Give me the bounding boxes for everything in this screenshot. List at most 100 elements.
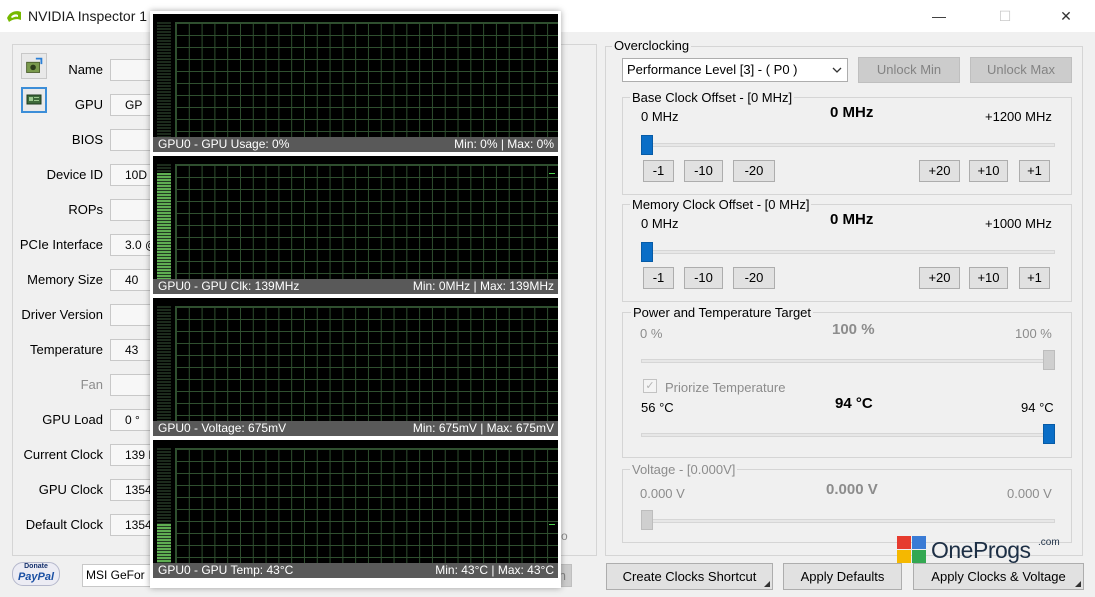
memory-clock-min: 0 MHz bbox=[641, 216, 679, 231]
field-label: GPU bbox=[74, 97, 103, 112]
sensor-monitor-window[interactable]: GPU0 - GPU Usage: 0% Min: 0% | Max: 0% GPU… bbox=[150, 11, 561, 588]
minimize-icon: — bbox=[932, 8, 946, 24]
hidden-label-fragment: o bbox=[561, 529, 568, 543]
temp-min: 56 °C bbox=[641, 400, 674, 415]
dropdown-corner-icon bbox=[1075, 581, 1081, 587]
field-label: Driver Version bbox=[21, 307, 103, 322]
watermark-brand: OneProgs bbox=[931, 537, 1031, 563]
graph-info-bar: GPU0 - Voltage: 675mV Min: 675mV | Max: 6… bbox=[153, 421, 558, 436]
memory-clock-step-button[interactable]: +20 bbox=[919, 267, 960, 289]
graph-minmax-label: Min: 675mV | Max: 675mV bbox=[412, 421, 554, 435]
base-clock-slider-thumb[interactable] bbox=[641, 135, 653, 155]
base-clock-step-button[interactable]: -10 bbox=[684, 160, 723, 182]
temp-max: 94 °C bbox=[1021, 400, 1054, 415]
memory-clock-step-button[interactable]: -20 bbox=[733, 267, 775, 289]
field-label: Fan bbox=[80, 377, 103, 392]
voltage-max: 0.000 V bbox=[1007, 486, 1052, 501]
field-label: Name bbox=[68, 62, 103, 77]
power-max: 100 % bbox=[1015, 326, 1052, 341]
minimize-button[interactable]: — bbox=[916, 0, 962, 32]
graph-level-bar bbox=[157, 22, 171, 140]
watermark-suffix: .com bbox=[1038, 537, 1060, 548]
performance-level-select[interactable]: Performance Level [3] - ( P0 ) bbox=[622, 58, 848, 82]
base-clock-value: 0 MHz bbox=[830, 104, 874, 121]
graph-current-marker bbox=[549, 524, 555, 525]
field-label: ROPs bbox=[68, 202, 103, 217]
apply-clocks-voltage-label: Apply Clocks & Voltage bbox=[931, 569, 1066, 584]
graph-plot-area bbox=[175, 448, 558, 566]
power-slider-thumb[interactable] bbox=[1043, 350, 1055, 370]
temp-slider-thumb[interactable] bbox=[1043, 424, 1055, 444]
dropdown-corner-icon bbox=[764, 581, 770, 587]
base-clock-min: 0 MHz bbox=[641, 109, 679, 124]
memory-clock-step-button[interactable]: -1 bbox=[643, 267, 674, 289]
graph-current-label: GPU0 - GPU Clk: 139MHz bbox=[158, 279, 300, 293]
field-label: GPU Load bbox=[42, 412, 103, 427]
voltage-title: Voltage - [0.000V] bbox=[630, 462, 738, 477]
graph-info-bar: GPU0 - GPU Usage: 0% Min: 0% | Max: 0% bbox=[153, 137, 558, 152]
graph-minmax-label: Min: 0MHz | Max: 139MHz bbox=[412, 279, 554, 293]
graph-level-fill bbox=[157, 173, 171, 282]
graph-minmax-label: Min: 0% | Max: 0% bbox=[454, 137, 554, 151]
checkmark-icon: ✓ bbox=[645, 380, 655, 392]
graph-plot-area bbox=[175, 22, 558, 140]
sensor-graph: GPU0 - Voltage: 675mV Min: 675mV | Max: 6… bbox=[153, 298, 558, 436]
graph-plot-area bbox=[175, 164, 558, 282]
base-clock-step-button[interactable]: +10 bbox=[969, 160, 1008, 182]
unlock-min-label: Unlock Min bbox=[876, 62, 942, 77]
memory-clock-step-button[interactable]: +1 bbox=[1019, 267, 1050, 289]
voltage-min: 0.000 V bbox=[640, 486, 685, 501]
close-button[interactable]: ✕ bbox=[1043, 0, 1089, 32]
apply-clocks-voltage-button[interactable]: Apply Clocks & Voltage bbox=[913, 563, 1084, 590]
memory-clock-step-button[interactable]: +10 bbox=[969, 267, 1008, 289]
prioritize-temperature-checkbox[interactable]: ✓ bbox=[643, 379, 657, 393]
memory-clock-title: Memory Clock Offset - [0 MHz] bbox=[630, 197, 812, 212]
power-temperature-title: Power and Temperature Target bbox=[631, 305, 814, 320]
voltage-slider-thumb[interactable] bbox=[641, 510, 653, 530]
graph-current-label: GPU0 - GPU Usage: 0% bbox=[158, 137, 290, 151]
apply-defaults-button[interactable]: Apply Defaults bbox=[783, 563, 902, 590]
field-label: Default Clock bbox=[25, 517, 103, 532]
base-clock-max: +1200 MHz bbox=[985, 109, 1052, 124]
donate-paypal-button[interactable]: Donate PayPal bbox=[12, 562, 60, 586]
sensor-graph: GPU0 - GPU Usage: 0% Min: 0% | Max: 0% bbox=[153, 14, 558, 152]
nvidia-logo-icon bbox=[7, 11, 21, 22]
create-clocks-shortcut-button[interactable]: Create Clocks Shortcut bbox=[606, 563, 773, 590]
base-clock-title: Base Clock Offset - [0 MHz] bbox=[630, 90, 795, 105]
memory-clock-step-button[interactable]: -10 bbox=[684, 267, 723, 289]
base-clock-step-button[interactable]: -20 bbox=[733, 160, 775, 182]
gpu-select-value: MSI GeFor bbox=[86, 568, 145, 582]
field-label: BIOS bbox=[71, 132, 103, 147]
graph-level-fill bbox=[157, 524, 171, 566]
field-label: Memory Size bbox=[27, 272, 103, 287]
maximize-icon: ☐ bbox=[998, 8, 1012, 24]
apply-defaults-label: Apply Defaults bbox=[800, 569, 885, 584]
unlock-min-button[interactable]: Unlock Min bbox=[858, 57, 960, 83]
graph-plot-area bbox=[175, 306, 558, 424]
memory-clock-max: +1000 MHz bbox=[985, 216, 1052, 231]
paypal-logo-text: PayPal bbox=[17, 571, 55, 583]
memory-clock-slider-thumb[interactable] bbox=[641, 242, 653, 262]
oneprogs-logo-icon bbox=[897, 536, 926, 563]
chevron-down-icon bbox=[832, 67, 842, 73]
maximize-button[interactable]: ☐ bbox=[982, 0, 1028, 32]
base-clock-step-button[interactable]: +1 bbox=[1019, 160, 1050, 182]
voltage-slider-track[interactable] bbox=[641, 519, 1055, 523]
temp-slider-track[interactable] bbox=[641, 433, 1055, 437]
field-label: Current Clock bbox=[23, 447, 103, 462]
unlock-max-label: Unlock Max bbox=[987, 62, 1055, 77]
base-clock-step-button[interactable]: -1 bbox=[643, 160, 674, 182]
unlock-max-button[interactable]: Unlock Max bbox=[970, 57, 1072, 83]
memory-clock-value: 0 MHz bbox=[830, 211, 874, 228]
base-clock-slider-track[interactable] bbox=[641, 143, 1055, 147]
field-label: Temperature bbox=[30, 342, 103, 357]
power-value: 100 % bbox=[832, 321, 875, 338]
base-clock-step-button[interactable]: +20 bbox=[919, 160, 960, 182]
performance-level-value: Performance Level [3] - ( P0 ) bbox=[627, 62, 798, 77]
memory-clock-slider-track[interactable] bbox=[641, 250, 1055, 254]
graph-current-label: GPU0 - GPU Temp: 43°C bbox=[158, 563, 294, 577]
field-label: PCIe Interface bbox=[19, 237, 103, 252]
sensor-graph: GPU0 - GPU Temp: 43°C Min: 43°C | Max: 43… bbox=[153, 440, 558, 578]
prioritize-temperature-label: Priorize Temperature bbox=[665, 380, 786, 395]
power-slider-track[interactable] bbox=[641, 359, 1055, 363]
